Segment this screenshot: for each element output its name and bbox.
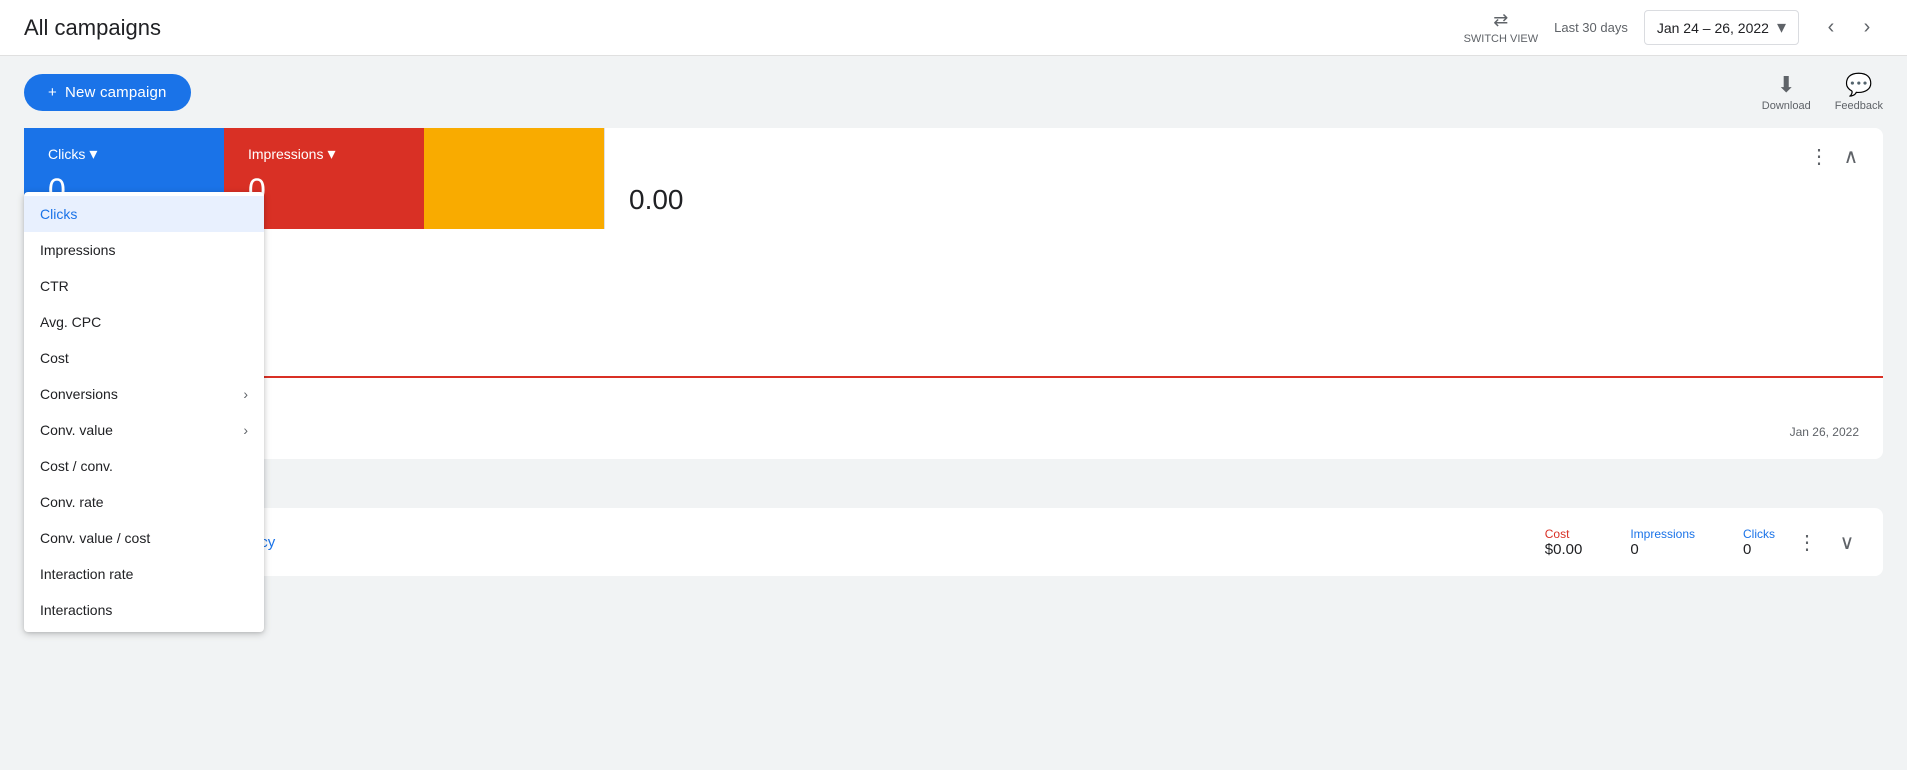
switch-view-button[interactable]: ⇄ SWITCH VIEW [1464, 10, 1539, 45]
action-bar: + New campaign ⬇ Download 💬 Feedback [24, 72, 1883, 112]
feedback-icon: 💬 [1845, 72, 1872, 98]
campaign-metrics: Cost $0.00 Impressions 0 Clicks 0 [1545, 527, 1775, 558]
dropdown-item-avg-cpc[interactable]: Avg. CPC [24, 304, 264, 340]
dropdown-item-conversions[interactable]: Conversions › [24, 376, 264, 412]
campaign-metric-impressions: Impressions 0 [1630, 527, 1695, 558]
feedback-button[interactable]: 💬 Feedback [1835, 72, 1883, 112]
dropdown-item-impressions[interactable]: Impressions [24, 232, 264, 268]
clicks-chevron-icon: ▾ [89, 144, 97, 164]
white-metric-value: 0.00 [605, 180, 1883, 220]
nav-arrows: ‹ › [1815, 12, 1883, 44]
date-range-selector[interactable]: Jan 24 – 26, 2022 ▾ [1644, 10, 1799, 45]
next-arrow-button[interactable]: › [1851, 12, 1883, 44]
campaign-expand-button[interactable]: ∨ [1831, 526, 1863, 558]
impressions-value: 0 [1630, 541, 1638, 558]
impressions-chevron-icon: ▾ [327, 144, 335, 164]
impressions-label: Impressions [1630, 527, 1695, 541]
dropdown-item-cost[interactable]: Cost [24, 340, 264, 376]
top-bar: All campaigns ⇄ SWITCH VIEW Last 30 days… [0, 0, 1907, 56]
dropdown-item-ctr[interactable]: CTR [24, 268, 264, 304]
clicks-dropdown-menu: Clicks Impressions CTR Avg. CPC Cost [24, 192, 264, 632]
metric-tab-orange[interactable] [424, 128, 604, 229]
white-metric-label [605, 172, 1883, 180]
chevron-right-icon-2: › [243, 422, 248, 438]
campaign-metric-clicks: Clicks 0 [1743, 527, 1775, 558]
new-campaign-label: New campaign [65, 84, 167, 101]
chart-top-controls: ⋮ ∧ [605, 128, 1883, 172]
campaign-name[interactable]: Creative Marketing Agency [96, 534, 1529, 551]
campaigns-section: Campaigns 📊 Creative Marketing Agency Co… [24, 475, 1883, 576]
download-button[interactable]: ⬇ Download [1762, 72, 1811, 112]
chart-date-end: Jan 26, 2022 [1790, 425, 1859, 439]
metric-tab-area: Clicks ▾ 0 Clicks Impressions CTR [24, 128, 1883, 229]
chart-body: Jan 24, 2022 Jan 26, 2022 [24, 229, 1883, 459]
date-range-prefix: Last 30 days [1554, 20, 1628, 35]
cost-value: $0.00 [1545, 541, 1583, 558]
download-icon: ⬇ [1777, 72, 1795, 98]
clicks-label: Clicks [1743, 527, 1775, 541]
plus-icon: + [48, 84, 57, 101]
clicks-value: 0 [1743, 541, 1751, 558]
dropdown-item-conv-value-cost[interactable]: Conv. value / cost [24, 520, 264, 556]
chevron-down-icon: ▾ [1777, 17, 1786, 38]
dropdown-item-interactions[interactable]: Interactions [24, 592, 264, 628]
new-campaign-button[interactable]: + New campaign [24, 74, 191, 111]
chart-card: Clicks ▾ 0 Clicks Impressions CTR [24, 128, 1883, 459]
table-row: 📊 Creative Marketing Agency Cost $0.00 I… [24, 508, 1883, 576]
switch-view-label: SWITCH VIEW [1464, 33, 1539, 45]
campaigns-section-title: Campaigns [24, 475, 1883, 496]
date-range-value: Jan 24 – 26, 2022 [1657, 20, 1769, 36]
dropdown-item-interaction-rate[interactable]: Interaction rate [24, 556, 264, 592]
dropdown-item-clicks[interactable]: Clicks [24, 196, 264, 232]
chart-collapse-button[interactable]: ∧ [1835, 140, 1867, 172]
campaign-more-button[interactable]: ⋮ [1791, 526, 1823, 558]
chart-svg [24, 237, 1883, 417]
switch-view-icon: ⇄ [1493, 10, 1508, 31]
dropdown-item-conv-value[interactable]: Conv. value › [24, 412, 264, 448]
chart-right-panel: ⋮ ∧ 0.00 [604, 128, 1883, 229]
action-bar-right: ⬇ Download 💬 Feedback [1762, 72, 1883, 112]
campaign-actions: ⋮ ∨ [1791, 526, 1863, 558]
page-title: All campaigns [24, 15, 161, 41]
top-bar-right: ⇄ SWITCH VIEW Last 30 days Jan 24 – 26, … [1464, 10, 1883, 45]
dropdown-item-conv-rate[interactable]: Conv. rate [24, 484, 264, 520]
main-content: + New campaign ⬇ Download 💬 Feedback Cli… [0, 56, 1907, 592]
clicks-tab-label: Clicks ▾ [48, 144, 200, 164]
download-label: Download [1762, 100, 1811, 112]
feedback-label: Feedback [1835, 100, 1883, 112]
prev-arrow-button[interactable]: ‹ [1815, 12, 1847, 44]
metric-tab-clicks[interactable]: Clicks ▾ 0 Clicks Impressions CTR [24, 128, 224, 229]
cost-label: Cost [1545, 527, 1570, 541]
chevron-right-icon: › [243, 386, 248, 402]
impressions-tab-label: Impressions ▾ [248, 144, 400, 164]
impressions-tab-value: 0 [248, 172, 400, 209]
campaign-metric-cost: Cost $0.00 [1545, 527, 1583, 558]
dropdown-item-cost-conv[interactable]: Cost / conv. [24, 448, 264, 484]
chart-more-button[interactable]: ⋮ [1803, 140, 1835, 172]
